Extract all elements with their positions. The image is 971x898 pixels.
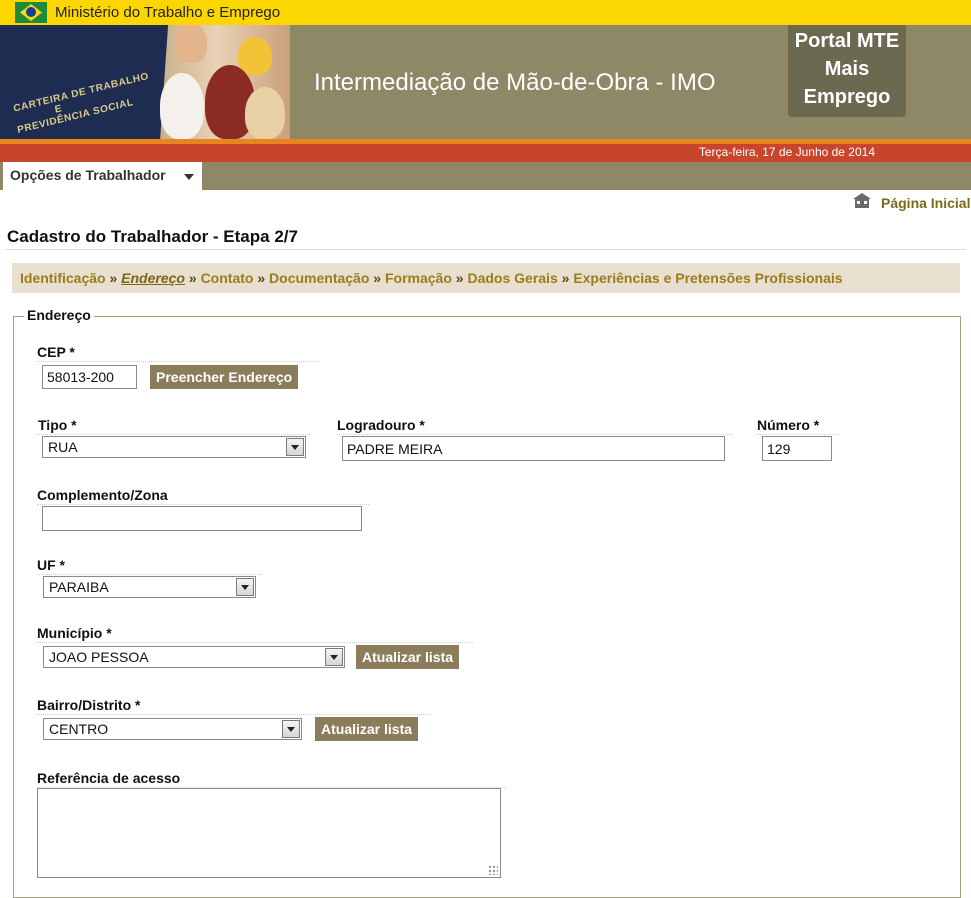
work-booklet-image: CARTEIRA DE TRABALHO E PREVIDÊNCIA SOCIA… [0,25,169,139]
portal-mte-logo[interactable]: Portal MTE Mais Emprego [788,25,906,117]
bairro-label: Bairro/Distrito * [37,697,141,713]
breadcrumb-documentacao[interactable]: Documentação [269,270,369,286]
field-divider [37,361,320,362]
field-divider [337,434,732,435]
uf-value: PARAIBA [49,579,109,595]
tipo-label: Tipo * [38,417,77,433]
home-icon [853,193,871,208]
portal-logo-line-2: Mais [824,58,870,80]
field-divider [37,574,262,575]
field-divider [37,642,473,643]
divider [5,249,966,250]
breadcrumb-contato[interactable]: Contato [201,270,254,286]
header-banner: CARTEIRA DE TRABALHO E PREVIDÊNCIA SOCIA… [0,25,971,139]
breadcrumb-separator: » [373,270,382,286]
breadcrumb-separator: » [257,270,266,286]
dropdown-arrow-icon[interactable] [286,438,304,456]
portal-logo-line-3: Emprego [803,86,891,108]
tipo-value: RUA [48,439,78,455]
breadcrumb-separator: » [561,270,570,286]
fill-address-button[interactable]: Preencher Endereço [150,365,299,389]
cep-input[interactable] [42,365,137,389]
dropdown-arrow-icon[interactable] [236,578,254,596]
breadcrumb-separator: » [188,270,197,286]
system-title: Intermediação de Mão-de-Obra - IMO [314,69,716,96]
municipio-value: JOAO PESSOA [49,649,149,665]
portal-logo-line-1: Portal MTE [794,30,900,52]
complemento-label: Complemento/Zona [37,487,168,503]
breadcrumb-experiencias[interactable]: Experiências e Pretensões Profissionais [573,270,842,286]
breadcrumb-endereco[interactable]: Endereço [121,270,185,286]
uf-label: UF * [37,557,65,573]
logradouro-label: Logradouro * [337,417,425,433]
breadcrumb-dados-gerais[interactable]: Dados Gerais [467,270,557,286]
field-divider [37,434,310,435]
field-divider [37,504,369,505]
numero-label: Número * [757,417,820,433]
cep-label: CEP * [37,344,75,360]
referencia-label: Referência de acesso [37,770,181,786]
worker-options-menu[interactable]: Opções de Trabalhador [3,162,202,190]
numero-input[interactable] [762,436,832,461]
logradouro-input[interactable] [342,436,725,461]
worker-figure [238,37,272,75]
bairro-select[interactable]: CENTRO [43,718,302,740]
worker-figure [245,87,285,139]
municipio-label: Município * [37,625,112,641]
bairro-value: CENTRO [49,721,109,737]
home-link-label: Página Inicial [881,195,971,211]
update-bairro-list-button[interactable]: Atualizar lista [315,717,419,741]
resize-grip-icon[interactable] [488,865,498,875]
municipio-select[interactable]: JOAO PESSOA [43,646,345,668]
government-bar: Ministério do Trabalho e Emprego [0,0,971,25]
breadcrumb-separator: » [455,270,464,286]
dropdown-arrow-icon[interactable] [282,720,300,738]
field-divider [37,714,432,715]
chevron-down-icon [184,174,194,180]
breadcrumb-identificacao[interactable]: Identificação [20,270,106,286]
banner-photo: CARTEIRA DE TRABALHO E PREVIDÊNCIA SOCIA… [0,25,290,139]
worker-options-label: Opções de Trabalhador [10,167,166,183]
dropdown-arrow-icon[interactable] [325,648,343,666]
complemento-input[interactable] [42,506,362,531]
uf-select[interactable]: PARAIBA [43,576,256,598]
worker-figure [160,73,204,139]
worker-figure [175,25,207,63]
ministry-title: Ministério do Trabalho e Emprego [55,4,281,21]
current-date: Terça-feira, 17 de Junho de 2014 [698,145,875,159]
brazil-flag-icon [15,2,47,23]
breadcrumb-formacao[interactable]: Formação [385,270,452,286]
fieldset-legend: Endereço [24,307,94,323]
breadcrumb: Identificação » Endereço » Contato » Doc… [12,263,960,293]
referencia-textarea[interactable] [37,788,501,878]
update-municipio-list-button[interactable]: Atualizar lista [356,645,460,669]
tipo-select[interactable]: RUA [42,436,306,458]
field-divider [757,434,839,435]
page-title: Cadastro do Trabalhador - Etapa 2/7 [7,227,298,246]
breadcrumb-separator: » [109,270,118,286]
